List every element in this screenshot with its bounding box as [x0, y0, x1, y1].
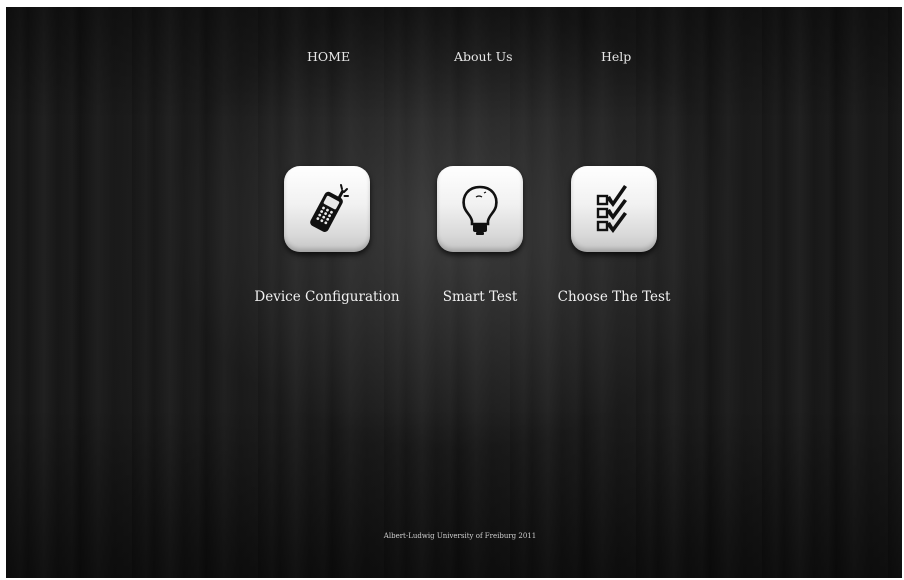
lightbulb-icon — [462, 185, 498, 235]
smart-test-button[interactable] — [437, 166, 523, 252]
device-configuration-button[interactable] — [284, 166, 370, 252]
smart-test-label[interactable]: Smart Test — [443, 289, 518, 305]
nav-home[interactable]: HOME — [307, 49, 350, 64]
nav-help[interactable]: Help — [601, 49, 631, 64]
choose-the-test-button[interactable] — [571, 166, 657, 252]
nav-about-us[interactable]: About Us — [454, 49, 513, 64]
checklist-icon — [596, 185, 627, 233]
choose-the-test-label[interactable]: Choose The Test — [558, 289, 671, 305]
device-configuration-label[interactable]: Device Configuration — [254, 289, 399, 305]
mobile-phone-icon — [310, 184, 349, 232]
footer-text: Albert-Ludwig University of Freiburg 201… — [383, 532, 537, 540]
